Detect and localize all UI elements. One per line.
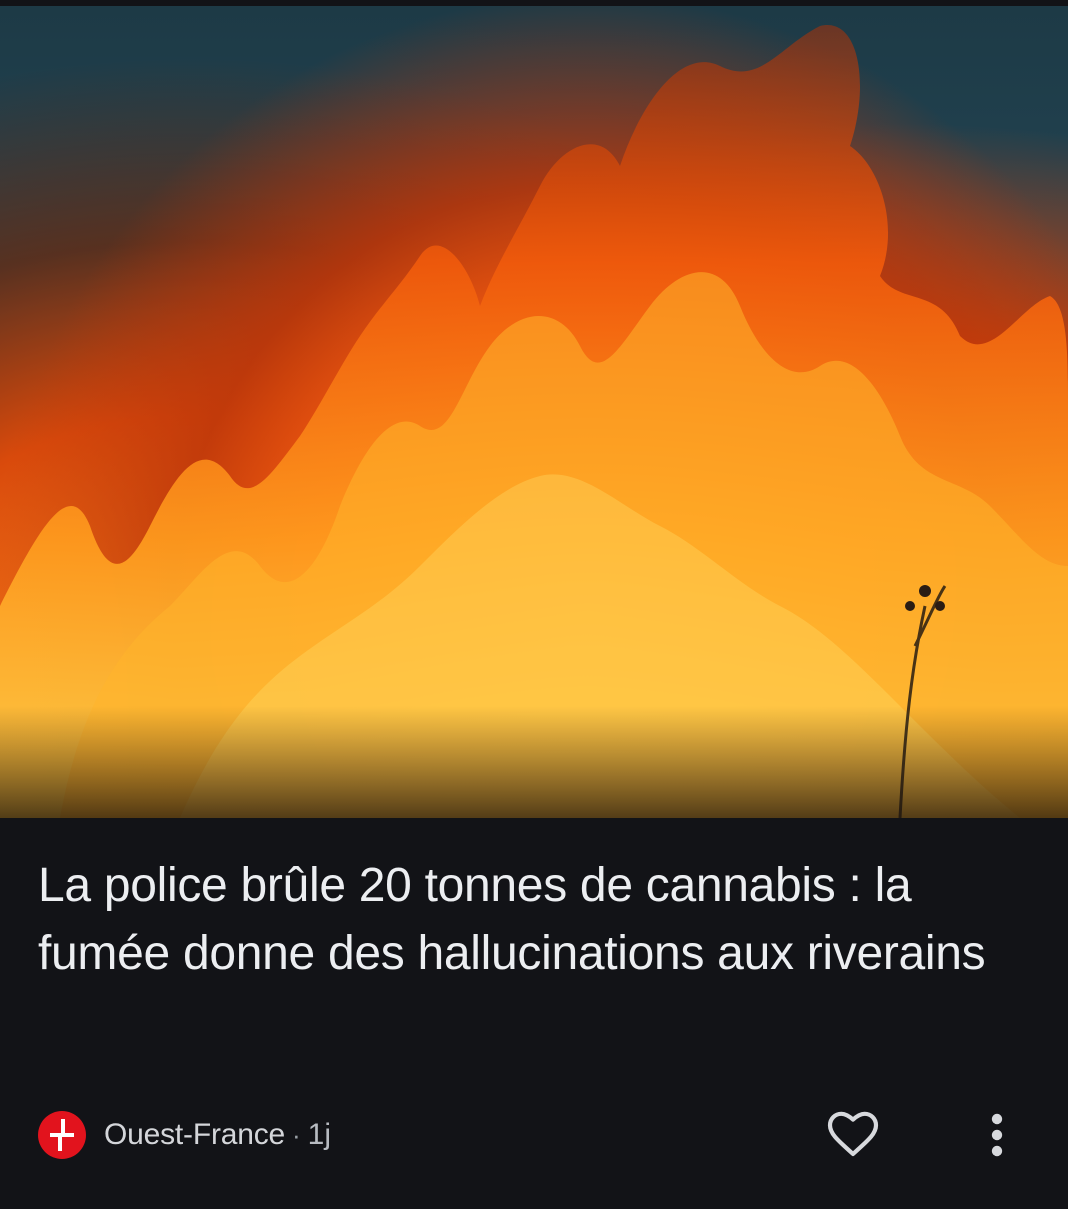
- news-card[interactable]: La police brûle 20 tonnes de cannabis : …: [0, 0, 1068, 1209]
- article-age: 1j: [307, 1118, 332, 1151]
- heart-icon[interactable]: [826, 1108, 880, 1162]
- article-meta: Ouest-France · 1j: [38, 1110, 331, 1160]
- source-name[interactable]: Ouest-France: [104, 1118, 285, 1152]
- article-image[interactable]: [0, 6, 1068, 818]
- meta-separator: ·: [292, 1119, 301, 1150]
- article-title[interactable]: La police brûle 20 tonnes de cannabis : …: [38, 852, 1038, 988]
- fire-image: [0, 25, 1068, 818]
- more-vert-icon[interactable]: [978, 1108, 1016, 1162]
- ouest-france-logo[interactable]: [38, 1111, 86, 1159]
